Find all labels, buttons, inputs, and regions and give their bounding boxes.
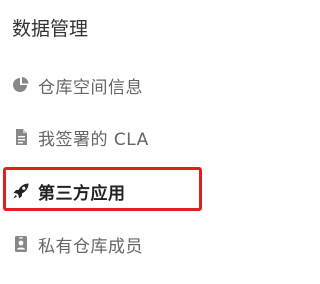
menu-item-repo-space-info[interactable]: 仓库空间信息	[12, 72, 143, 98]
menu-item-label: 我签署的 CLA	[38, 129, 149, 150]
highlight-box	[3, 167, 202, 211]
pie-chart-icon	[12, 76, 30, 94]
section-title: 数据管理	[12, 18, 89, 40]
menu-item-my-signed-cla[interactable]: 我签署的 CLA	[12, 124, 149, 150]
menu-item-label: 私有仓库成员	[38, 236, 143, 257]
id-badge-icon	[12, 235, 30, 253]
menu-item-label: 仓库空间信息	[38, 77, 143, 98]
document-icon	[12, 128, 30, 146]
menu-item-private-repo-members[interactable]: 私有仓库成员	[12, 231, 143, 257]
